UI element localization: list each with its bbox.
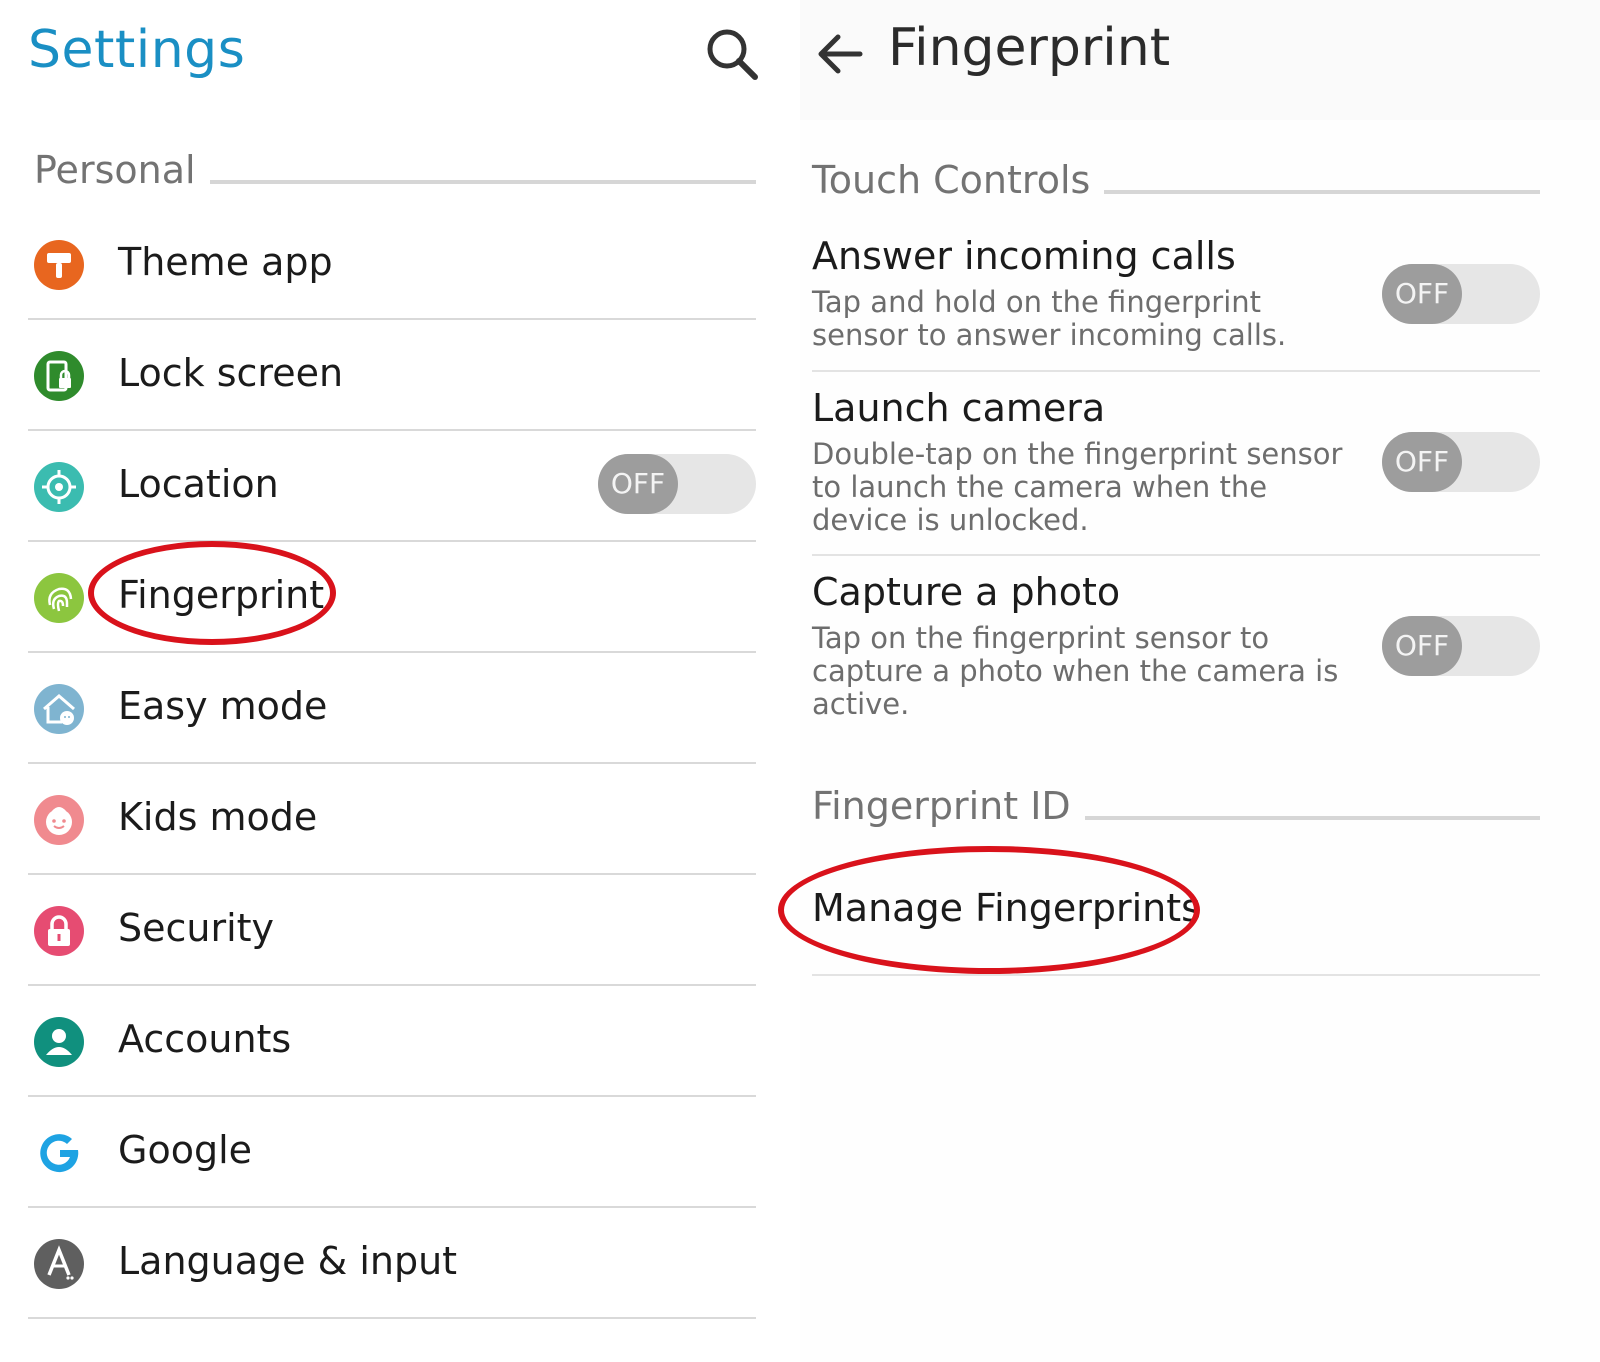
option-title: Launch camera — [812, 386, 1106, 430]
section-header-fingerprint-id: Fingerprint ID — [812, 784, 1540, 834]
row-divider — [28, 1095, 756, 1097]
row-divider — [812, 974, 1540, 976]
option-title: Capture a photo — [812, 570, 1121, 614]
section-header-personal: Personal — [34, 148, 756, 198]
settings-item-label: Theme app — [118, 240, 333, 284]
easy-mode-house-icon — [32, 682, 86, 736]
row-divider — [28, 318, 756, 320]
toggle-state-label: OFF — [1394, 629, 1450, 662]
row-divider — [28, 651, 756, 653]
option-launch-camera[interactable]: Launch camera Double-tap on the fingerpr… — [812, 386, 1540, 556]
settings-item-security[interactable]: Security — [28, 876, 756, 986]
padlock-icon — [32, 904, 86, 958]
google-g-icon — [32, 1126, 86, 1180]
settings-panel: Settings Personal Theme app Lock screen … — [0, 0, 800, 1362]
option-description: Double-tap on the fingerprint sensor to … — [812, 437, 1343, 537]
settings-item-easy-mode[interactable]: Easy mode — [28, 654, 756, 764]
section-label-personal: Personal — [34, 148, 196, 192]
settings-item-label: Kids mode — [118, 795, 318, 839]
row-divider — [28, 762, 756, 764]
option-answer-incoming-calls[interactable]: Answer incoming calls Tap and hold on th… — [812, 234, 1540, 374]
option-capture-photo[interactable]: Capture a photo Tap on the fingerprint s… — [812, 570, 1540, 730]
row-divider — [812, 370, 1540, 372]
settings-item-label: Easy mode — [118, 684, 328, 728]
fingerprint-screen-title: Fingerprint — [888, 18, 1171, 78]
settings-item-theme-app[interactable]: Theme app — [28, 210, 756, 320]
settings-item-label: Language & input — [118, 1239, 458, 1283]
paint-roller-icon — [32, 238, 86, 292]
location-toggle[interactable]: OFF — [598, 454, 756, 514]
section-header-touch-controls: Touch Controls — [812, 158, 1540, 208]
settings-item-accounts[interactable]: Accounts — [28, 987, 756, 1097]
capture-photo-toggle[interactable]: OFF — [1382, 616, 1540, 676]
option-description: Tap on the fingerprint sensor to capture… — [812, 621, 1339, 721]
settings-item-label: Location — [118, 462, 279, 506]
settings-item-kids-mode[interactable]: Kids mode — [28, 765, 756, 875]
row-divider — [28, 1206, 756, 1208]
row-divider — [812, 554, 1540, 556]
section-label-touch-controls: Touch Controls — [812, 158, 1091, 202]
settings-item-label: Accounts — [118, 1017, 292, 1061]
settings-item-fingerprint[interactable]: Fingerprint — [28, 543, 756, 653]
toggle-state-label: OFF — [610, 467, 666, 500]
person-icon — [32, 1015, 86, 1069]
location-crosshair-icon — [32, 460, 86, 514]
option-description: Tap and hold on the fingerprint sensor t… — [812, 285, 1287, 352]
lock-screen-icon — [32, 349, 86, 403]
fingerprint-app-bar: Fingerprint — [800, 0, 1600, 120]
search-icon[interactable] — [700, 22, 764, 86]
settings-item-label: Security — [118, 906, 275, 950]
row-divider — [28, 540, 756, 542]
settings-item-google[interactable]: Google — [28, 1098, 756, 1208]
launch-camera-toggle[interactable]: OFF — [1382, 432, 1540, 492]
row-divider — [28, 429, 756, 431]
settings-item-label: Fingerprint — [118, 573, 325, 617]
language-a-icon — [32, 1237, 86, 1291]
manage-fingerprints-label: Manage Fingerprints — [812, 886, 1201, 930]
settings-item-label: Google — [118, 1128, 253, 1172]
back-arrow-icon[interactable] — [812, 24, 872, 84]
option-title: Answer incoming calls — [812, 234, 1236, 278]
section-label-fingerprint-id: Fingerprint ID — [812, 784, 1071, 828]
settings-item-label: Lock screen — [118, 351, 344, 395]
kids-face-icon — [32, 793, 86, 847]
settings-item-language-input[interactable]: Language & input — [28, 1209, 756, 1319]
fingerprint-icon — [32, 571, 86, 625]
answer-calls-toggle[interactable]: OFF — [1382, 264, 1540, 324]
manage-fingerprints-item[interactable]: Manage Fingerprints — [812, 886, 1540, 976]
settings-item-location[interactable]: Location OFF — [28, 432, 756, 542]
settings-app-bar: Settings — [0, 0, 800, 120]
settings-title: Settings — [28, 20, 246, 80]
row-divider — [28, 984, 756, 986]
row-divider — [28, 1317, 756, 1319]
row-divider — [28, 873, 756, 875]
toggle-state-label: OFF — [1394, 277, 1450, 310]
toggle-state-label: OFF — [1394, 445, 1450, 478]
settings-item-lock-screen[interactable]: Lock screen — [28, 321, 756, 431]
